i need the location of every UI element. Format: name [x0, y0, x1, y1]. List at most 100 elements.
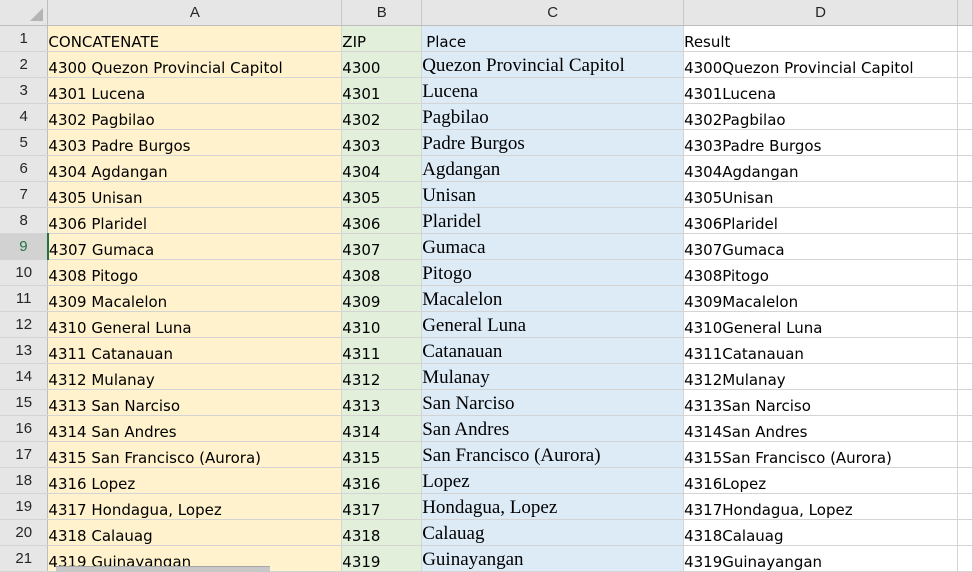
cell-c-row-2[interactable]: Quezon Provincial Capitol — [421, 51, 685, 78]
cell-a-row-6[interactable]: 4304 Agdangan — [47, 155, 343, 182]
cell-e-row-2[interactable] — [957, 51, 973, 78]
cell-b-row-7[interactable]: 4305 — [341, 181, 423, 208]
cell-d-row-5[interactable]: 4303Padre Burgos — [683, 129, 958, 156]
cell-e-row-18[interactable] — [957, 467, 973, 494]
cell-c-row-21[interactable]: Guinayangan — [421, 545, 685, 572]
cell-d-row-6[interactable]: 4304Agdangan — [683, 155, 958, 182]
cell-a-row-12[interactable]: 4310 General Luna — [47, 311, 343, 338]
row-header[interactable]: 1 — [0, 25, 49, 52]
cell-d-row-7[interactable]: 4305Unisan — [683, 181, 958, 208]
cell-e-row-8[interactable] — [957, 207, 973, 234]
column-header-e[interactable] — [957, 0, 973, 26]
cell-c-row-13[interactable]: Catanauan — [421, 337, 685, 364]
row-header[interactable]: 18 — [0, 467, 49, 494]
cell-e-row-20[interactable] — [957, 519, 973, 546]
cell-e-row-15[interactable] — [957, 389, 973, 416]
row-header[interactable]: 9 — [0, 233, 49, 260]
cell-e-row-13[interactable] — [957, 337, 973, 364]
cell-c-row-12[interactable]: General Luna — [421, 311, 685, 338]
cell-c-row-20[interactable]: Calauag — [421, 519, 685, 546]
cell-a-row-2[interactable]: 4300 Quezon Provincial Capitol — [47, 51, 343, 78]
cell-b-row-19[interactable]: 4317 — [341, 493, 423, 520]
cell-d-row-4[interactable]: 4302Pagbilao — [683, 103, 958, 130]
cell-e-row-7[interactable] — [957, 181, 973, 208]
cell-a-row-18[interactable]: 4316 Lopez — [47, 467, 343, 494]
cell-a-row-11[interactable]: 4309 Macalelon — [47, 285, 343, 312]
cell-b-row-2[interactable]: 4300 — [341, 51, 423, 78]
cell-c-row-10[interactable]: Pitogo — [421, 259, 685, 286]
cell-c-row-19[interactable]: Hondagua, Lopez — [421, 493, 685, 520]
cell-c-row-17[interactable]: San Francisco (Aurora) — [421, 441, 685, 468]
cell-d-row-18[interactable]: 4316Lopez — [683, 467, 958, 494]
cell-c-row-3[interactable]: Lucena — [421, 77, 685, 104]
cell-b-row-15[interactable]: 4313 — [341, 389, 423, 416]
row-header[interactable]: 21 — [0, 545, 49, 572]
horizontal-scrollbar-thumb[interactable] — [56, 566, 270, 572]
row-header[interactable]: 14 — [0, 363, 49, 390]
cell-b-row-18[interactable]: 4316 — [341, 467, 423, 494]
cell-d-row-1[interactable]: Result — [683, 25, 958, 52]
column-header-c[interactable]: C — [421, 0, 685, 26]
row-header[interactable]: 11 — [0, 285, 49, 312]
row-header[interactable]: 5 — [0, 129, 49, 156]
column-header-a[interactable]: A — [47, 0, 343, 26]
cell-b-row-13[interactable]: 4311 — [341, 337, 423, 364]
row-header[interactable]: 7 — [0, 181, 49, 208]
cell-c-row-1[interactable]: Place — [421, 25, 685, 52]
cell-e-row-16[interactable] — [957, 415, 973, 442]
cell-a-row-16[interactable]: 4314 San Andres — [47, 415, 343, 442]
row-header[interactable]: 3 — [0, 77, 49, 104]
cell-b-row-17[interactable]: 4315 — [341, 441, 423, 468]
cell-a-row-9[interactable]: 4307 Gumaca — [47, 233, 343, 260]
cell-b-row-9[interactable]: 4307 — [341, 233, 423, 260]
row-header[interactable]: 6 — [0, 155, 49, 182]
cell-a-row-20[interactable]: 4318 Calauag — [47, 519, 343, 546]
row-header[interactable]: 4 — [0, 103, 49, 130]
row-header[interactable]: 15 — [0, 389, 49, 416]
cell-a-row-4[interactable]: 4302 Pagbilao — [47, 103, 343, 130]
select-all-button[interactable] — [0, 0, 49, 26]
cell-b-row-5[interactable]: 4303 — [341, 129, 423, 156]
cell-e-row-14[interactable] — [957, 363, 973, 390]
cell-a-row-13[interactable]: 4311 Catanauan — [47, 337, 343, 364]
row-header[interactable]: 17 — [0, 441, 49, 468]
row-header[interactable]: 8 — [0, 207, 49, 234]
cell-c-row-14[interactable]: Mulanay — [421, 363, 685, 390]
row-header[interactable]: 16 — [0, 415, 49, 442]
row-header[interactable]: 12 — [0, 311, 49, 338]
cell-e-row-3[interactable] — [957, 77, 973, 104]
cell-d-row-14[interactable]: 4312Mulanay — [683, 363, 958, 390]
cell-c-row-18[interactable]: Lopez — [421, 467, 685, 494]
cell-c-row-4[interactable]: Pagbilao — [421, 103, 685, 130]
cell-e-row-19[interactable] — [957, 493, 973, 520]
cell-e-row-10[interactable] — [957, 259, 973, 286]
cell-d-row-21[interactable]: 4319Guinayangan — [683, 545, 958, 572]
cell-e-row-5[interactable] — [957, 129, 973, 156]
cell-d-row-13[interactable]: 4311Catanauan — [683, 337, 958, 364]
cell-c-row-11[interactable]: Macalelon — [421, 285, 685, 312]
row-header[interactable]: 20 — [0, 519, 49, 546]
cell-b-row-10[interactable]: 4308 — [341, 259, 423, 286]
cell-a-row-3[interactable]: 4301 Lucena — [47, 77, 343, 104]
cell-e-row-12[interactable] — [957, 311, 973, 338]
cell-a-row-7[interactable]: 4305 Unisan — [47, 181, 343, 208]
cell-d-row-3[interactable]: 4301Lucena — [683, 77, 958, 104]
cell-a-row-10[interactable]: 4308 Pitogo — [47, 259, 343, 286]
cell-b-row-4[interactable]: 4302 — [341, 103, 423, 130]
cell-d-row-16[interactable]: 4314San Andres — [683, 415, 958, 442]
cell-c-row-16[interactable]: San Andres — [421, 415, 685, 442]
cell-b-row-14[interactable]: 4312 — [341, 363, 423, 390]
cell-b-row-6[interactable]: 4304 — [341, 155, 423, 182]
cell-b-row-8[interactable]: 4306 — [341, 207, 423, 234]
cell-e-row-4[interactable] — [957, 103, 973, 130]
cell-b-row-20[interactable]: 4318 — [341, 519, 423, 546]
cell-d-row-19[interactable]: 4317Hondagua, Lopez — [683, 493, 958, 520]
column-header-b[interactable]: B — [341, 0, 423, 26]
cell-b-row-12[interactable]: 4310 — [341, 311, 423, 338]
cell-d-row-15[interactable]: 4313San Narciso — [683, 389, 958, 416]
cell-b-row-16[interactable]: 4314 — [341, 415, 423, 442]
cell-e-row-11[interactable] — [957, 285, 973, 312]
column-header-d[interactable]: D — [683, 0, 958, 26]
cell-b-row-11[interactable]: 4309 — [341, 285, 423, 312]
cell-d-row-17[interactable]: 4315San Francisco (Aurora) — [683, 441, 958, 468]
